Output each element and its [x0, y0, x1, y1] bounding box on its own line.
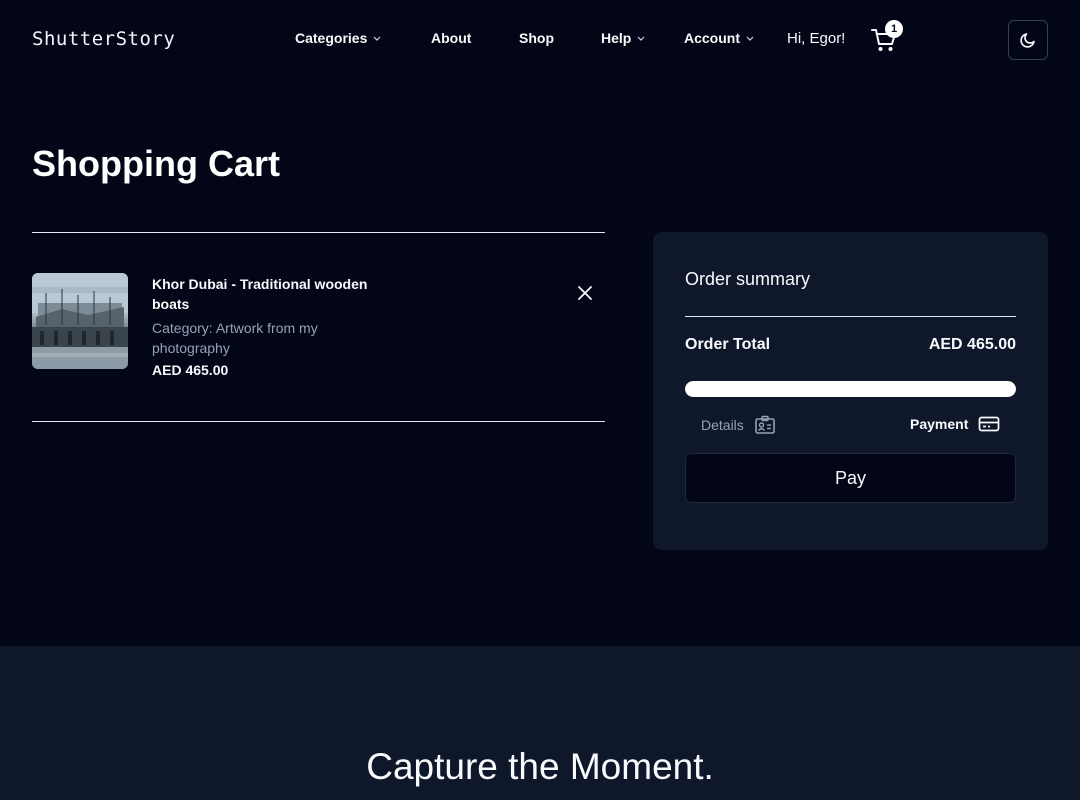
summary-divider [685, 316, 1016, 317]
step-label: Payment [910, 416, 969, 432]
nav-item-account[interactable]: Account [684, 30, 755, 46]
step-label: Details [701, 417, 744, 433]
close-icon[interactable] [575, 283, 595, 303]
order-summary-panel: Order summary Order Total AED 465.00 Det… [653, 232, 1048, 550]
pay-button[interactable]: Pay [685, 453, 1016, 503]
step-payment[interactable]: Payment [910, 415, 1000, 433]
chevron-down-icon [746, 36, 754, 41]
user-greeting: Hi, Egor! [787, 30, 846, 47]
moon-icon [1020, 33, 1035, 48]
order-summary-title: Order summary [685, 269, 811, 289]
site-logo[interactable]: ShutterStory [32, 28, 175, 50]
nav-item-about[interactable]: About [431, 30, 471, 46]
footer-tagline: Capture the Moment. [366, 746, 714, 787]
checkout-progress-fill [685, 381, 1016, 397]
cart-count-badge: 1 [885, 20, 903, 38]
cart-item: Khor Dubai - Traditional wooden boats Ca… [32, 273, 605, 383]
cart-bottom-divider [32, 421, 605, 422]
site-header: ShutterStory Categories About Shop Help … [0, 0, 1080, 80]
product-name[interactable]: Khor Dubai - Traditional wooden boats [152, 274, 392, 314]
nav-item-categories[interactable]: Categories [295, 30, 382, 46]
cart-top-divider [32, 232, 605, 233]
nav-item-label: Categories [295, 30, 368, 46]
product-category: Category: Artwork from my photography [152, 320, 318, 356]
theme-toggle-button[interactable] [1008, 20, 1048, 60]
checkout-progress-bar [685, 381, 1016, 397]
nav-item-label: Shop [519, 30, 554, 46]
id-card-icon [754, 415, 775, 434]
order-total-value: AED 465.00 [928, 336, 1016, 353]
site-footer: Capture the Moment. [0, 646, 1080, 800]
order-total-label: Order Total [685, 336, 771, 353]
nav-item-label: Account [684, 30, 740, 46]
chevron-down-icon [373, 36, 381, 41]
product-price: AED 465.00 [152, 362, 229, 378]
nav-item-help[interactable]: Help [601, 30, 646, 46]
boats-photo-image [32, 273, 128, 369]
nav-item-label: About [431, 30, 472, 46]
chevron-down-icon [637, 36, 645, 41]
credit-card-icon [979, 416, 1000, 432]
nav-item-label: Help [601, 30, 632, 46]
nav-item-shop[interactable]: Shop [519, 30, 554, 46]
page-title: Shopping Cart [32, 143, 280, 184]
product-thumbnail[interactable] [32, 273, 128, 369]
step-details[interactable]: Details [701, 415, 776, 435]
